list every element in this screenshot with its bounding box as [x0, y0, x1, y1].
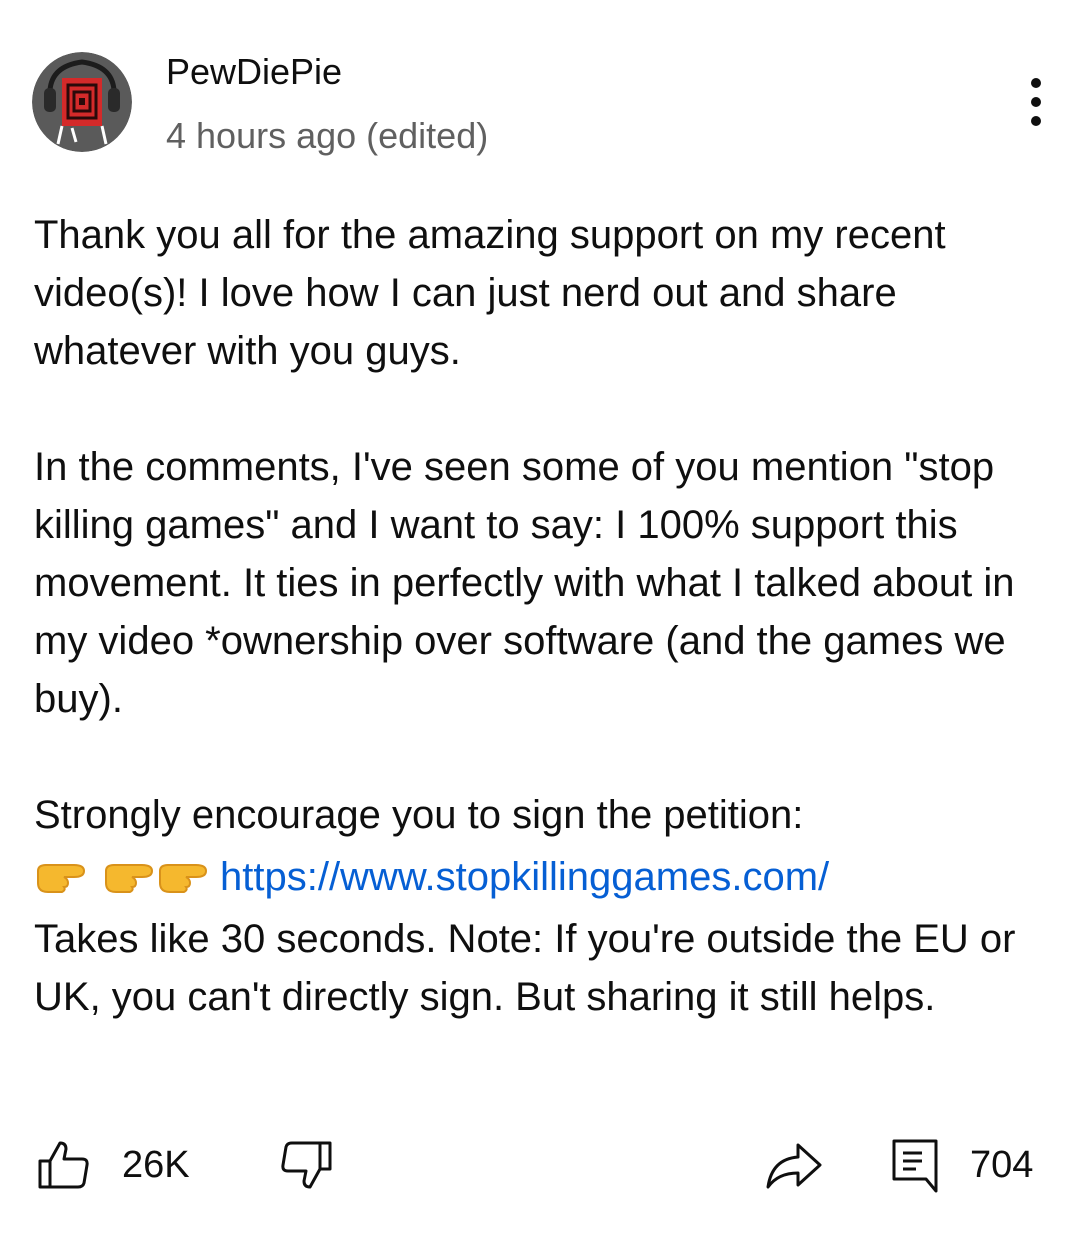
comment-icon [892, 1139, 938, 1193]
avatar[interactable] [32, 52, 132, 152]
pointing-right-emoji-icon [37, 864, 86, 893]
comment-paragraph-2: In the comments, I've seen some of you m… [34, 445, 1015, 721]
avatar-image [32, 52, 132, 152]
comment-author[interactable]: PewDiePie [166, 50, 342, 94]
reply-count: 704 [970, 1143, 1034, 1186]
menu-dot [1031, 78, 1041, 88]
pointing-right-emoji-icon [159, 864, 208, 893]
pointer-emojis [34, 857, 210, 897]
comment-paragraph-1: Thank you all for the amazing support on… [34, 213, 946, 373]
dislike-button[interactable] [278, 1130, 334, 1200]
like-count: 26K [122, 1143, 190, 1186]
pointing-right-emoji-icon [105, 864, 154, 893]
thumb-down-icon [281, 1141, 332, 1189]
comment-timestamp: 4 hours ago (edited) [166, 115, 489, 156]
share-icon [766, 1143, 822, 1189]
more-vertical-icon[interactable] [1012, 74, 1060, 130]
petition-link[interactable]: https://www.stopkillinggames.com/ [220, 848, 829, 906]
reply-button[interactable]: 704 [890, 1130, 1033, 1200]
like-button[interactable]: 26K [36, 1130, 190, 1200]
comment-body: Thank you all for the amazing support on… [34, 206, 1054, 1026]
share-button[interactable] [764, 1130, 824, 1200]
comment-paragraph-3-lead: Strongly encourage you to sign the petit… [34, 793, 804, 837]
menu-dot [1031, 97, 1041, 107]
menu-dot [1031, 116, 1041, 126]
comment-action-bar: 26K 704 [0, 1130, 1080, 1200]
petition-link-line: https://www.stopkillinggames.com/ [34, 844, 1054, 910]
thumb-up-icon [38, 1141, 89, 1189]
comment-paragraph-3-rest: Takes like 30 seconds. Note: If you're o… [34, 917, 1016, 1019]
